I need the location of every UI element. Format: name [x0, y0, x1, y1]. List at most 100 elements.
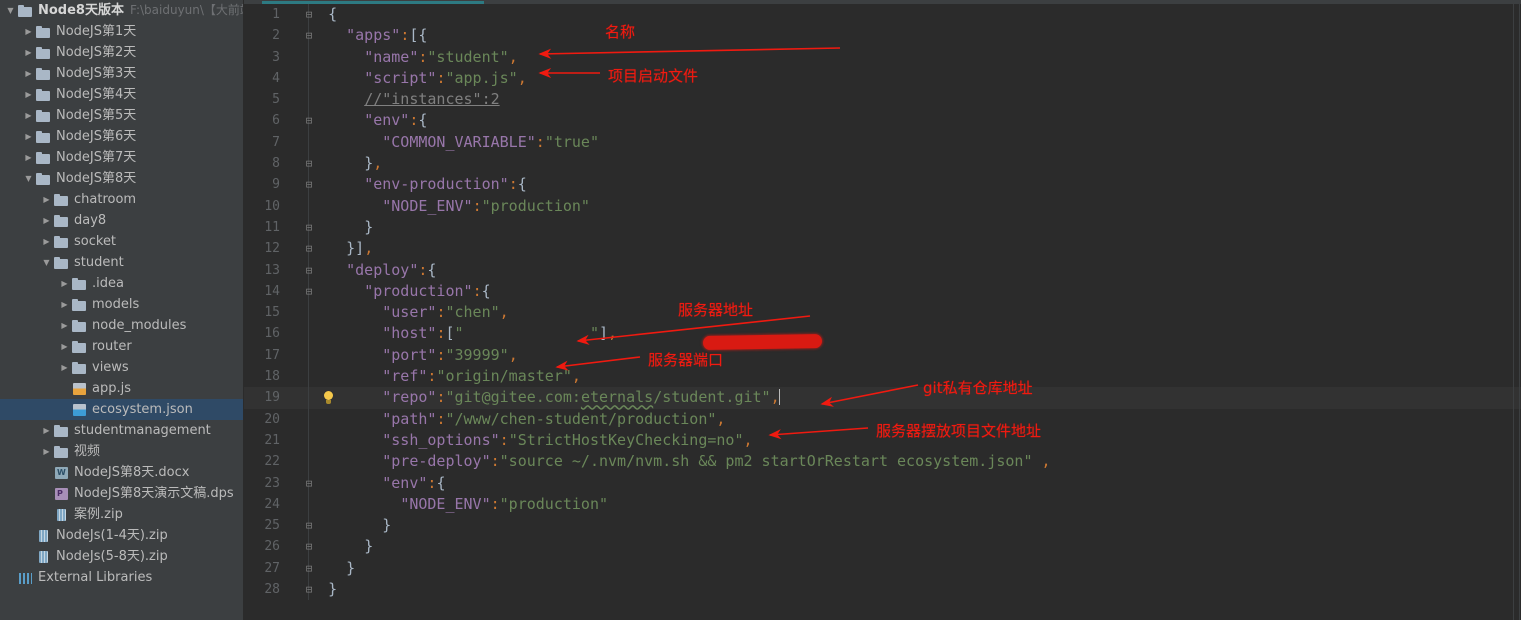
tree-item-student[interactable]: student	[0, 252, 243, 273]
code-line-8[interactable]: 8 ⊟ },	[244, 153, 1521, 175]
chevron-right-icon[interactable]	[40, 420, 53, 441]
code-line-19[interactable]: 19 "repo":"git@gitee.com:eternals/studen…	[244, 387, 1521, 409]
tree-item-External Libraries[interactable]: External Libraries	[0, 567, 243, 588]
tree-item-models[interactable]: models	[0, 294, 243, 315]
token-key: "COMMON_VARIABLE"	[382, 132, 536, 151]
code-line-15[interactable]: 15 "user":"chen",	[244, 302, 1521, 324]
code-line-12[interactable]: 12 ⊟ }],	[244, 238, 1521, 260]
gutter-divider	[308, 323, 309, 345]
tree-item-studentmanagement[interactable]: studentmanagement	[0, 420, 243, 441]
folder-icon	[53, 255, 70, 271]
chevron-right-icon[interactable]	[40, 231, 53, 252]
tree-item-views[interactable]: views	[0, 357, 243, 378]
chevron-right-icon[interactable]	[22, 126, 35, 147]
chevron-right-icon[interactable]	[58, 336, 71, 357]
code-line-17[interactable]: 17 "port":"39999",	[244, 344, 1521, 367]
line-number: 14	[264, 283, 280, 299]
code-line-16[interactable]: 16 "host":[" "],	[244, 323, 1521, 345]
line-number: 25	[264, 518, 280, 534]
code-line-4[interactable]: 4 "script":"app.js",	[244, 67, 1521, 90]
tree-item-视频[interactable]: 视频	[0, 441, 243, 462]
code-line-2[interactable]: 2 ⊟ "apps":[{	[244, 25, 1521, 47]
tree-item-NodeJS第8天[interactable]: NodeJS第8天	[0, 168, 243, 189]
chevron-right-icon[interactable]	[22, 63, 35, 84]
tree-item-day8[interactable]: day8	[0, 210, 243, 231]
code-line-11[interactable]: 11 ⊟ }	[244, 216, 1521, 239]
code-line-22[interactable]: 22 "pre-deploy":"source ~/.nvm/nvm.sh &&…	[244, 451, 1521, 473]
chevron-down-icon[interactable]	[22, 168, 35, 189]
code-line-10[interactable]: 10 "NODE_ENV":"production"	[244, 195, 1521, 217]
tree-item-NodeJS第8天.docx[interactable]: NodeJS第8天.docx	[0, 462, 243, 483]
code-line-25[interactable]: 25 ⊟ }	[244, 515, 1521, 537]
project-tree-panel[interactable]: Node8天版本 F:\baiduyun\【大前端 NodeJS第1天NodeJ…	[0, 0, 244, 620]
code-line-text: },	[310, 153, 382, 174]
code-line-28[interactable]: 28 ⊟ }	[244, 579, 1521, 601]
token-str: "production"	[481, 196, 590, 215]
chevron-right-icon[interactable]	[40, 441, 53, 462]
project-tree-list[interactable]: NodeJS第1天 NodeJS第2天 NodeJS第3天 NodeJS第4天 Node…	[0, 21, 243, 588]
chevron-right-icon[interactable]	[58, 294, 71, 315]
project-root-row[interactable]: Node8天版本 F:\baiduyun\【大前端	[0, 0, 243, 21]
tree-item-router[interactable]: router	[0, 336, 243, 357]
tree-item-NodeJS第8天演示文稿.dps[interactable]: NodeJS第8天演示文稿.dps	[0, 483, 243, 504]
code-content[interactable]: 1 ⊟ {2 ⊟ "apps":[{3 "name":"student", 4 "sc…	[244, 4, 1521, 620]
tree-item-node_modules[interactable]: node_modules	[0, 315, 243, 336]
tree-item-NodeJS第5天[interactable]: NodeJS第5天	[0, 105, 243, 126]
chevron-right-icon[interactable]	[22, 21, 35, 42]
code-line-20[interactable]: 20 "path":"/www/chen-student/production"…	[244, 408, 1521, 430]
tree-item-ecosystem.json[interactable]: ecosystem.json	[0, 399, 243, 420]
code-line-9[interactable]: 9 ⊟ "env-production":{	[244, 174, 1521, 196]
code-line-18[interactable]: 18 "ref":"origin/master",	[244, 366, 1521, 388]
code-line-1[interactable]: 1 ⊟ {	[244, 4, 1521, 26]
tree-item-NodeJs(5-8天).zip[interactable]: NodeJs(5-8天).zip	[0, 546, 243, 567]
tree-item-app.js[interactable]: app.js	[0, 378, 243, 399]
code-editor[interactable]: 1 ⊟ {2 ⊟ "apps":[{3 "name":"student", 4 "sc…	[244, 0, 1521, 620]
json-icon	[71, 402, 88, 418]
tree-item-NodeJS第7天[interactable]: NodeJS第7天	[0, 147, 243, 168]
code-line-text: }	[310, 536, 373, 557]
tree-item-NodeJS第3天[interactable]: NodeJS第3天	[0, 63, 243, 84]
editor-scrollbar-track[interactable]	[1519, 0, 1520, 620]
folder-icon	[53, 234, 70, 250]
folder-icon	[53, 213, 70, 229]
token-colon: :	[490, 452, 500, 471]
code-line-27[interactable]: 27 ⊟ }	[244, 557, 1521, 580]
code-line-7[interactable]: 7 "COMMON_VARIABLE":"true"	[244, 131, 1521, 154]
chevron-right-icon[interactable]	[22, 105, 35, 126]
token-punc: }	[382, 516, 392, 535]
tree-item-label: app.js	[92, 381, 131, 396]
code-line-5[interactable]: 5 //"instances":2	[244, 89, 1521, 111]
chevron-right-icon[interactable]	[58, 273, 71, 294]
chevron-right-icon[interactable]	[58, 357, 71, 378]
chevron-right-icon[interactable]	[40, 210, 53, 231]
code-line-24[interactable]: 24 "NODE_ENV":"production"	[244, 493, 1521, 516]
code-line-23[interactable]: 23 ⊟ "env":{	[244, 472, 1521, 494]
tree-item-chatroom[interactable]: chatroom	[0, 189, 243, 210]
chevron-right-icon[interactable]	[22, 84, 35, 105]
code-line-13[interactable]: 13 ⊟ "deploy":{	[244, 259, 1521, 281]
code-line-6[interactable]: 6 ⊟ "env":{	[244, 110, 1521, 132]
chevron-right-icon[interactable]	[22, 147, 35, 168]
tree-item-案例.zip[interactable]: 案例.zip	[0, 504, 243, 525]
tree-item-.idea[interactable]: .idea	[0, 273, 243, 294]
chevron-right-icon[interactable]	[22, 42, 35, 63]
tree-item-NodeJS第2天[interactable]: NodeJS第2天	[0, 42, 243, 63]
chevron-right-icon[interactable]	[58, 315, 71, 336]
tree-item-NodeJS第4天[interactable]: NodeJS第4天	[0, 84, 243, 105]
token-key: "repo"	[382, 388, 437, 407]
tree-item-socket[interactable]: socket	[0, 231, 243, 252]
tree-item-NodeJs(1-4天).zip[interactable]: NodeJs(1-4天).zip	[0, 525, 243, 546]
chevron-down-icon[interactable]	[40, 252, 53, 273]
code-line-3[interactable]: 3 "name":"student",	[244, 46, 1521, 68]
code-line-26[interactable]: 26 ⊟ }	[244, 536, 1521, 558]
tree-item-NodeJS第6天[interactable]: NodeJS第6天	[0, 126, 243, 147]
tree-item-NodeJS第1天[interactable]: NodeJS第1天	[0, 21, 243, 42]
code-line-14[interactable]: 14 ⊟ "production":{	[244, 280, 1521, 303]
code-line-21[interactable]: 21 "ssh_options":"StrictHostKeyChecking=…	[244, 429, 1521, 452]
line-number: 6	[272, 113, 280, 129]
chevron-down-icon[interactable]	[4, 0, 17, 21]
chevron-right-icon[interactable]	[40, 189, 53, 210]
